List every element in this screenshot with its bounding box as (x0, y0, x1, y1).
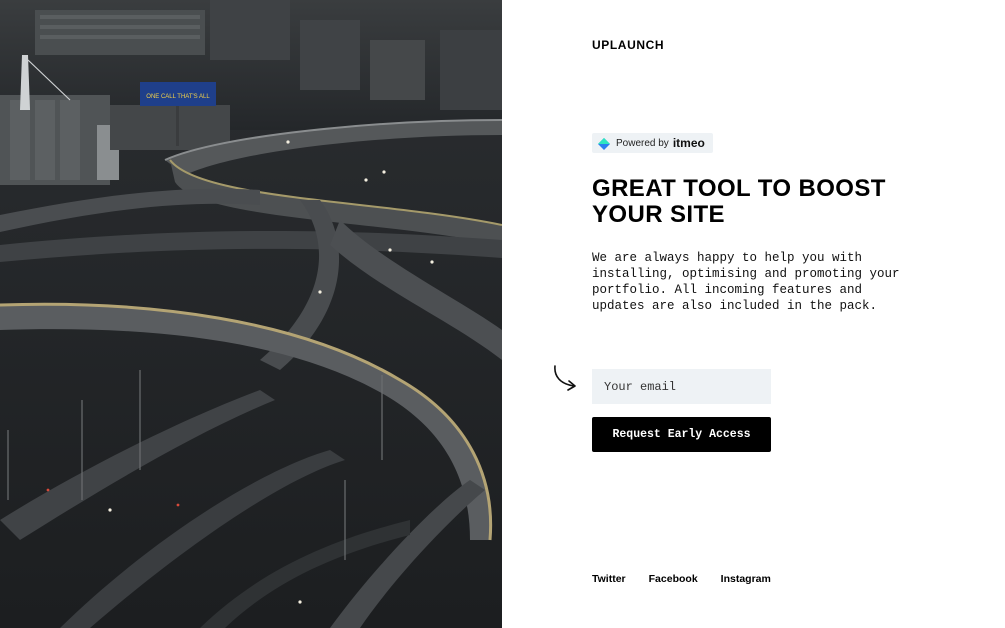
hero-photo: ONE CALL THAT'S ALL (0, 0, 502, 628)
hero-description: We are always happy to help you with ins… (592, 251, 900, 313)
social-links: Twitter Facebook Instagram (592, 573, 771, 585)
curved-arrow-icon (550, 364, 580, 394)
highway-interchange-image: ONE CALL THAT'S ALL (0, 0, 502, 628)
email-field[interactable] (592, 369, 771, 404)
instagram-link[interactable]: Instagram (721, 573, 771, 585)
request-access-button[interactable]: Request Early Access (592, 417, 771, 452)
facebook-link[interactable]: Facebook (649, 573, 698, 585)
page-title: GREAT TOOL TO BOOST YOUR SITE (592, 175, 886, 228)
powered-by-label: Powered by (616, 137, 669, 149)
powered-by-brand: itmeo (672, 136, 705, 150)
itmeo-diamond-icon (598, 137, 610, 150)
powered-by-badge[interactable]: Powered by itmeo (592, 133, 713, 153)
content-panel: UPLAUNCH Powered by itmeo GREAT TOOL TO … (502, 0, 1005, 628)
landing-page: ONE CALL THAT'S ALL UPLAUNCH Powered by … (0, 0, 1005, 628)
brand-logo[interactable]: UPLAUNCH (592, 38, 664, 52)
billboard-text: ONE CALL THAT'S ALL (146, 94, 210, 100)
twitter-link[interactable]: Twitter (592, 573, 626, 585)
